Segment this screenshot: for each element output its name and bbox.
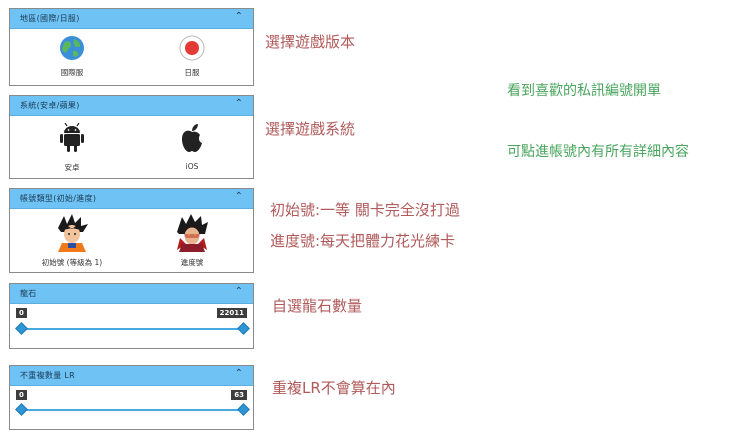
note-progress-account: 進度號:每天把體力花光練卡 bbox=[270, 232, 456, 250]
lr-count-filter-title: 不重複數量 LR bbox=[20, 371, 75, 380]
system-filter-panel: 系統(安卓/蘋果) ⌃ 安卓 iOS bbox=[9, 95, 254, 179]
account-type-filter-header[interactable]: 帳號類型(初始/進度) ⌃ bbox=[10, 189, 253, 209]
lr-count-max-badge: 63 bbox=[231, 390, 247, 400]
region-filter-panel: 地區(國際/日服) ⌃ 國際服 日服 bbox=[9, 8, 254, 86]
lr-count-range-slider[interactable]: 0 63 bbox=[10, 387, 253, 429]
region-option-japan-label: 日服 bbox=[184, 68, 200, 77]
goku-character-icon bbox=[58, 214, 88, 252]
account-type-option-initial-label: 初始號 (等級為 1) bbox=[41, 258, 103, 267]
system-option-ios-label: iOS bbox=[185, 162, 199, 171]
lr-count-max-handle[interactable] bbox=[237, 403, 250, 416]
dragon-stone-min-handle[interactable] bbox=[15, 322, 28, 335]
system-option-android[interactable]: 安卓 bbox=[12, 117, 132, 178]
account-type-option-initial[interactable]: 初始號 (等級為 1) bbox=[12, 210, 132, 272]
account-type-filter-panel: 帳號類型(初始/進度) ⌃ 初始號 (等級為 1) 進度號 bbox=[9, 188, 254, 273]
note-initial-account: 初始號:一等 關卡完全沒打過 bbox=[270, 201, 460, 219]
dragon-stone-filter-header[interactable]: 龍石 ⌃ bbox=[10, 284, 253, 304]
chevron-up-icon[interactable]: ⌃ bbox=[235, 368, 243, 379]
lr-count-slider-track[interactable] bbox=[21, 409, 244, 411]
note-select-system: 選擇遊戲系統 bbox=[265, 120, 356, 138]
lr-count-min-badge: 0 bbox=[16, 390, 27, 400]
dragon-stone-max-badge: 22011 bbox=[216, 308, 247, 318]
lr-count-min-handle[interactable] bbox=[15, 403, 28, 416]
chevron-up-icon[interactable]: ⌃ bbox=[235, 98, 243, 109]
note-select-stones: 自選龍石數量 bbox=[272, 297, 363, 315]
region-option-international-label: 國際服 bbox=[60, 68, 84, 77]
account-type-option-progress[interactable]: 進度號 bbox=[132, 210, 252, 272]
system-filter-header[interactable]: 系統(安卓/蘋果) ⌃ bbox=[10, 96, 253, 116]
system-filter-title: 系統(安卓/蘋果) bbox=[20, 101, 80, 110]
dragon-stone-max-handle[interactable] bbox=[237, 322, 250, 335]
dragon-stone-slider-track[interactable] bbox=[21, 328, 244, 330]
account-type-filter-title: 帳號類型(初始/進度) bbox=[20, 194, 97, 203]
region-filter-header[interactable]: 地區(國際/日服) ⌃ bbox=[10, 9, 253, 29]
ssj4-goku-character-icon bbox=[177, 214, 208, 252]
lr-count-filter-panel: 不重複數量 LR ⌃ 0 63 bbox=[9, 365, 254, 430]
note-select-version: 選擇遊戲版本 bbox=[265, 33, 356, 51]
region-option-international[interactable]: 國際服 bbox=[12, 30, 132, 85]
region-option-japan[interactable]: 日服 bbox=[132, 30, 252, 85]
globe-icon bbox=[60, 36, 84, 60]
dragon-stone-filter-panel: 龍石 ⌃ 0 22011 bbox=[9, 283, 254, 349]
dragon-stone-filter-title: 龍石 bbox=[20, 289, 37, 298]
system-option-android-label: 安卓 bbox=[64, 163, 80, 172]
apple-icon bbox=[182, 124, 202, 152]
region-filter-title: 地區(國際/日服) bbox=[20, 14, 80, 23]
chevron-up-icon[interactable]: ⌃ bbox=[235, 286, 243, 297]
chevron-up-icon[interactable]: ⌃ bbox=[235, 11, 243, 22]
chevron-up-icon[interactable]: ⌃ bbox=[235, 191, 243, 202]
dragon-stone-min-badge: 0 bbox=[16, 308, 27, 318]
red-record-icon bbox=[179, 35, 205, 61]
dragon-stone-range-slider[interactable]: 0 22011 bbox=[10, 305, 253, 348]
account-type-option-progress-label: 進度號 bbox=[180, 258, 204, 267]
note-message-order: 看到喜歡的私訊編號開單 bbox=[507, 83, 661, 99]
android-icon bbox=[60, 123, 84, 152]
note-lr-not-counted: 重複LR不會算在內 bbox=[272, 379, 396, 397]
system-option-ios[interactable]: iOS bbox=[132, 117, 252, 178]
lr-count-filter-header[interactable]: 不重複數量 LR ⌃ bbox=[10, 366, 253, 386]
note-view-details: 可點進帳號內有所有詳細內容 bbox=[507, 144, 689, 160]
